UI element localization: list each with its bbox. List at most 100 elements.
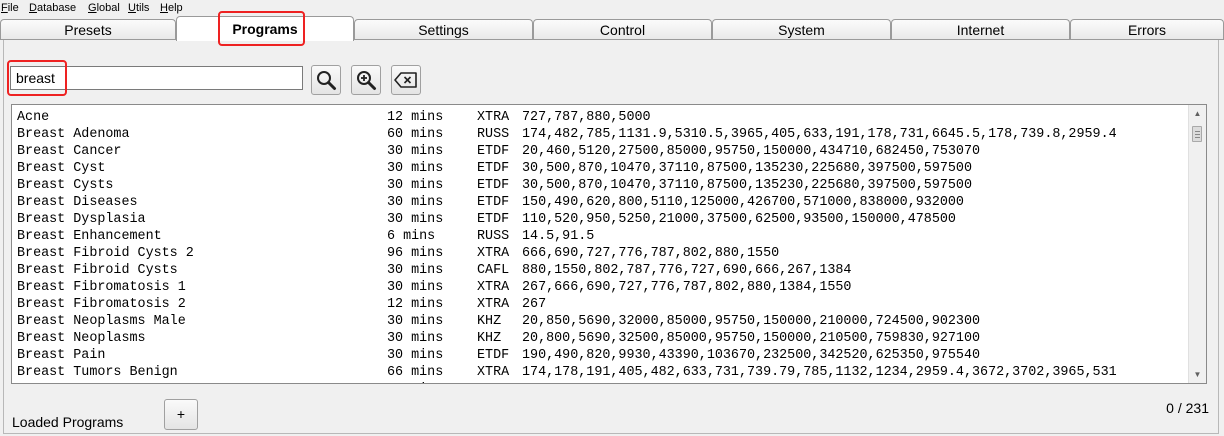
program-name: Breast Fibromatosis 1 xyxy=(17,280,186,295)
program-row[interactable]: Breast Fibromatosis 2 12 mins XTRA 267 xyxy=(12,296,1189,313)
program-frequencies: 880,1550,802,787,776,727,690,666,267,138… xyxy=(522,263,852,278)
program-duration: 6 mins xyxy=(387,229,436,244)
zoom-in-icon xyxy=(357,71,376,90)
program-row[interactable]: Breast Tumors Benign 66 mins XTRA 174,178,1… xyxy=(12,364,1189,381)
program-type: RUSS xyxy=(477,229,510,244)
program-frequencies: 666,690,727,776,787,802,880,1550 xyxy=(522,246,780,261)
program-duration: 30 mins xyxy=(387,331,444,346)
program-type: XTRA xyxy=(477,365,510,380)
program-name: Breast Cyst xyxy=(17,161,106,176)
program-frequencies: 20,460,5120,27500,85000,95750,150000,434… xyxy=(522,381,980,383)
program-frequencies: 30,500,870,10470,37110,87500,135230,2256… xyxy=(522,161,972,176)
tab-programs[interactable]: Programs xyxy=(176,16,354,41)
program-rows: Acne 12 mins XTRA 727,787,880,5000 Breast Ad… xyxy=(12,109,1189,383)
program-type: ETDF xyxy=(477,212,510,227)
program-name: Breast Tumors xyxy=(17,381,121,383)
tab-presets[interactable]: Presets xyxy=(0,19,176,39)
program-type: ETDF xyxy=(477,144,510,159)
program-type: ETDF xyxy=(477,195,510,210)
tab-control[interactable]: Control xyxy=(533,19,712,39)
program-type: ETDF xyxy=(477,348,510,363)
program-row[interactable]: Breast Pain 30 mins ETDF 190,490,820,9930,4… xyxy=(12,347,1189,364)
scroll-up-arrow-icon[interactable]: ▲ xyxy=(1189,105,1206,122)
program-row[interactable]: Breast Cancer 30 mins ETDF 20,460,5120,2750… xyxy=(12,143,1189,160)
program-frequencies: 267,666,690,727,776,787,802,880,1384,155… xyxy=(522,280,852,295)
scroll-thumb[interactable] xyxy=(1192,126,1202,142)
program-frequencies: 267 xyxy=(522,297,547,312)
program-duration: 12 mins xyxy=(387,110,444,125)
program-name: Breast Fibroid Cysts xyxy=(17,263,178,278)
program-duration: 30 mins xyxy=(387,178,444,193)
program-name: Breast Dysplasia xyxy=(17,212,146,227)
program-type: RUSS xyxy=(477,127,510,142)
program-frequencies: 20,460,5120,27500,85000,95750,150000,434… xyxy=(522,144,981,159)
search-button[interactable] xyxy=(311,65,341,95)
program-duration: 30 mins xyxy=(387,263,444,278)
program-name: Breast Adenoma xyxy=(17,127,130,142)
menu-global[interactable]: Global xyxy=(88,2,120,14)
program-row[interactable]: Breast Cysts 30 mins ETDF 30,500,870,10470,… xyxy=(12,177,1189,194)
program-duration: 30 mins xyxy=(387,212,444,227)
tab-internet[interactable]: Internet xyxy=(891,19,1070,39)
program-duration: 30 mins xyxy=(387,348,444,363)
program-count: 0 / 231 xyxy=(1166,400,1209,416)
program-frequencies: 20,850,5690,32000,85000,95750,150000,210… xyxy=(522,314,981,329)
program-frequencies: 14.5,91.5 xyxy=(522,229,595,244)
clear-search-button[interactable] xyxy=(391,65,421,95)
program-type: ETDF xyxy=(477,161,510,176)
program-name: Breast Neoplasms xyxy=(17,331,146,346)
program-row[interactable]: Breast Fibroid Cysts 30 mins CAFL 880,1550,… xyxy=(12,262,1189,279)
program-row[interactable]: Breast Dysplasia 30 mins ETDF 110,520,950,5… xyxy=(12,211,1189,228)
program-row[interactable]: Acne 12 mins XTRA 727,787,880,5000 xyxy=(12,109,1189,126)
tab-bar: Presets Programs Settings Control System… xyxy=(0,16,1224,41)
program-type: ETDF xyxy=(477,381,509,383)
program-duration: 30 mins xyxy=(387,280,444,295)
backspace-clear-icon xyxy=(394,72,417,88)
program-duration: 30 mins xyxy=(387,161,444,176)
program-row[interactable]: Breast Tumors 30 mins ETDF 20,460,5120,2750… xyxy=(12,381,1189,383)
loaded-programs-label: Loaded Programs xyxy=(12,414,124,430)
magnifier-icon xyxy=(317,71,336,90)
add-program-button[interactable]: + xyxy=(164,399,198,430)
program-name: Breast Tumors Benign xyxy=(17,365,178,380)
vertical-scrollbar[interactable]: ▲ ▼ xyxy=(1188,105,1206,383)
program-duration: 30 mins xyxy=(387,144,444,159)
program-name: Breast Pain xyxy=(17,348,106,363)
search-input[interactable] xyxy=(10,66,303,90)
menu-database[interactable]: Database xyxy=(29,2,76,14)
program-type: ETDF xyxy=(477,178,510,193)
menu-utils[interactable]: Utils xyxy=(128,2,149,14)
program-type: XTRA xyxy=(477,110,510,125)
program-duration: 96 mins xyxy=(387,246,444,261)
program-duration: 30 mins xyxy=(387,381,443,383)
program-name: Breast Cancer xyxy=(17,144,122,159)
program-type: KHZ xyxy=(477,314,502,329)
program-frequencies: 174,482,785,1131.9,5310.5,3965,405,633,1… xyxy=(522,127,1117,142)
tab-errors[interactable]: Errors xyxy=(1070,19,1224,39)
program-type: XTRA xyxy=(477,297,510,312)
program-list[interactable]: Acne 12 mins XTRA 727,787,880,5000 Breast Ad… xyxy=(11,104,1207,384)
program-row[interactable]: Breast Neoplasms Male 30 mins KHZ 20,850,56… xyxy=(12,313,1189,330)
program-frequencies: 727,787,880,5000 xyxy=(522,110,651,125)
program-type: XTRA xyxy=(477,280,510,295)
tab-system[interactable]: System xyxy=(712,19,891,39)
program-name: Breast Enhancement xyxy=(17,229,162,244)
tab-settings[interactable]: Settings xyxy=(354,19,533,39)
program-type: KHZ xyxy=(477,331,502,346)
menu-help[interactable]: Help xyxy=(160,2,183,14)
program-frequencies: 190,490,820,9930,43390,103670,232500,342… xyxy=(522,348,981,363)
scroll-down-arrow-icon[interactable]: ▼ xyxy=(1189,366,1206,383)
program-row[interactable]: Breast Diseases 30 mins ETDF 150,490,620,80… xyxy=(12,194,1189,211)
menu-file[interactable]: File xyxy=(1,2,19,14)
program-duration: 66 mins xyxy=(387,365,444,380)
program-row[interactable]: Breast Cyst 30 mins ETDF 30,500,870,10470,3… xyxy=(12,160,1189,177)
program-row[interactable]: Breast Adenoma 60 mins RUSS 174,482,785,113… xyxy=(12,126,1189,143)
program-frequencies: 20,800,5690,32500,85000,95750,150000,210… xyxy=(522,331,981,346)
program-row[interactable]: Breast Fibromatosis 1 30 mins XTRA 267,666,… xyxy=(12,279,1189,296)
program-row[interactable]: Breast Enhancement 6 mins RUSS 14.5,91.5 xyxy=(12,228,1189,245)
zoom-search-button[interactable] xyxy=(351,65,381,95)
program-row[interactable]: Breast Neoplasms 30 mins KHZ 20,800,5690,32… xyxy=(12,330,1189,347)
program-name: Breast Diseases xyxy=(17,195,138,210)
program-row[interactable]: Breast Fibroid Cysts 2 96 mins XTRA 666,690… xyxy=(12,245,1189,262)
program-type: CAFL xyxy=(477,263,510,278)
